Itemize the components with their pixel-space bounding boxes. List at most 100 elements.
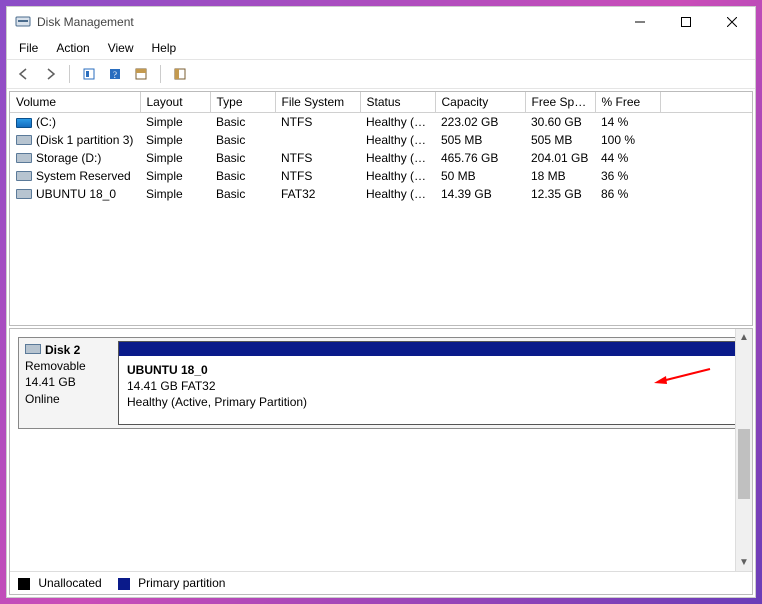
col-pct[interactable]: % Free [595, 92, 660, 113]
menu-view[interactable]: View [100, 39, 142, 57]
col-volume[interactable]: Volume [10, 92, 140, 113]
volume-fs: NTFS [275, 149, 360, 167]
volume-type: Basic [210, 131, 275, 149]
disk-management-icon [15, 14, 31, 30]
vertical-scrollbar[interactable]: ▲ ▼ [735, 329, 752, 571]
table-row[interactable]: System ReservedSimpleBasicNTFSHealthy (S… [10, 167, 752, 185]
toolbar-separator [160, 65, 161, 83]
volume-layout: Simple [140, 131, 210, 149]
volume-table[interactable]: Volume Layout Type File System Status Ca… [10, 92, 752, 203]
volume-layout: Simple [140, 185, 210, 203]
disk-name: Disk 2 [45, 343, 80, 357]
menu-file[interactable]: File [11, 39, 46, 57]
legend-unallocated-label: Unallocated [38, 576, 101, 590]
volume-name: System Reserved [36, 169, 131, 183]
disk-state: Online [25, 391, 109, 407]
volume-list-panel: Volume Layout Type File System Status Ca… [9, 91, 753, 326]
table-row[interactable]: UBUNTU 18_0SimpleBasicFAT32Healthy (A...… [10, 185, 752, 203]
partition-status: Healthy (Active, Primary Partition) [127, 395, 307, 409]
titlebar: Disk Management [7, 7, 755, 37]
col-fs[interactable]: File System [275, 92, 360, 113]
disk-size: 14.41 GB [25, 374, 109, 390]
volume-capacity: 50 MB [435, 167, 525, 185]
disk-label-box: Disk 2 Removable 14.41 GB Online [19, 338, 115, 428]
back-button[interactable] [13, 63, 35, 85]
minimize-button[interactable] [617, 7, 663, 37]
volume-layout: Simple [140, 149, 210, 167]
legend-swatch-primary [118, 578, 130, 590]
disk-partitions: UBUNTU 18_0 14.41 GB FAT32 Healthy (Acti… [115, 338, 743, 428]
volume-type: Basic [210, 185, 275, 203]
menubar: File Action View Help [7, 37, 755, 60]
volume-type: Basic [210, 149, 275, 167]
layout-bottom-button[interactable] [169, 63, 191, 85]
forward-button[interactable] [39, 63, 61, 85]
volume-capacity: 14.39 GB [435, 185, 525, 203]
volume-pct: 36 % [595, 167, 660, 185]
refresh-button[interactable] [78, 63, 100, 85]
table-row[interactable]: (C:)SimpleBasicNTFSHealthy (B...223.02 G… [10, 113, 752, 131]
col-layout[interactable]: Layout [140, 92, 210, 113]
disk-graphical-panel: Disk 2 Removable 14.41 GB Online UBUNTU … [9, 328, 753, 595]
volume-capacity: 223.02 GB [435, 113, 525, 131]
legend-primary-label: Primary partition [138, 576, 225, 590]
partition-box[interactable]: UBUNTU 18_0 14.41 GB FAT32 Healthy (Acti… [118, 341, 740, 425]
content-area: Volume Layout Type File System Status Ca… [7, 89, 755, 597]
volume-name: Storage (D:) [36, 151, 101, 165]
help-button[interactable]: ? [104, 63, 126, 85]
volume-status: Healthy (A... [360, 185, 435, 203]
col-capacity[interactable]: Capacity [435, 92, 525, 113]
volume-icon [16, 171, 32, 181]
volume-layout: Simple [140, 167, 210, 185]
col-status[interactable]: Status [360, 92, 435, 113]
toolbar-separator [69, 65, 70, 83]
close-button[interactable] [709, 7, 755, 37]
scroll-down-icon[interactable]: ▼ [736, 554, 752, 571]
window-title: Disk Management [37, 15, 617, 29]
volume-name: UBUNTU 18_0 [36, 187, 116, 201]
col-free[interactable]: Free Spa... [525, 92, 595, 113]
volume-icon [16, 135, 32, 145]
legend-primary: Primary partition [118, 576, 226, 590]
table-row[interactable]: (Disk 1 partition 3)SimpleBasicHealthy (… [10, 131, 752, 149]
col-type[interactable]: Type [210, 92, 275, 113]
maximize-button[interactable] [663, 7, 709, 37]
volume-name: (C:) [36, 115, 56, 129]
svg-text:?: ? [113, 70, 117, 80]
volume-pct: 86 % [595, 185, 660, 203]
menu-help[interactable]: Help [144, 39, 185, 57]
menu-action[interactable]: Action [48, 39, 97, 57]
volume-name: (Disk 1 partition 3) [36, 133, 133, 147]
table-row[interactable]: Storage (D:) SimpleBasicNTFSHealthy (P...… [10, 149, 752, 167]
volume-free: 505 MB [525, 131, 595, 149]
volume-capacity: 465.76 GB [435, 149, 525, 167]
volume-fs: NTFS [275, 113, 360, 131]
volume-icon [16, 153, 32, 163]
table-header-row: Volume Layout Type File System Status Ca… [10, 92, 752, 113]
window: Disk Management File Action View Help [6, 6, 756, 598]
legend-unallocated: Unallocated [18, 576, 102, 590]
volume-fs [275, 131, 360, 149]
disk-scroll-area: Disk 2 Removable 14.41 GB Online UBUNTU … [10, 329, 752, 571]
volume-type: Basic [210, 113, 275, 131]
volume-status: Healthy (S... [360, 167, 435, 185]
window-controls [617, 7, 755, 37]
layout-top-button[interactable] [130, 63, 152, 85]
disk-media: Removable [25, 358, 109, 374]
scroll-thumb[interactable] [738, 429, 750, 499]
volume-fs: NTFS [275, 167, 360, 185]
volume-pct: 44 % [595, 149, 660, 167]
disk-row[interactable]: Disk 2 Removable 14.41 GB Online UBUNTU … [18, 337, 744, 429]
disk-icon [25, 344, 41, 354]
volume-pct: 14 % [595, 113, 660, 131]
partition-stripe [119, 342, 739, 356]
volume-free: 12.35 GB [525, 185, 595, 203]
scroll-up-icon[interactable]: ▲ [736, 329, 752, 346]
col-extra[interactable] [660, 92, 752, 113]
volume-status: Healthy (P... [360, 149, 435, 167]
partition-name: UBUNTU 18_0 [127, 363, 208, 377]
toolbar: ? [7, 60, 755, 89]
legend: Unallocated Primary partition [10, 571, 752, 594]
volume-free: 204.01 GB [525, 149, 595, 167]
volume-free: 18 MB [525, 167, 595, 185]
